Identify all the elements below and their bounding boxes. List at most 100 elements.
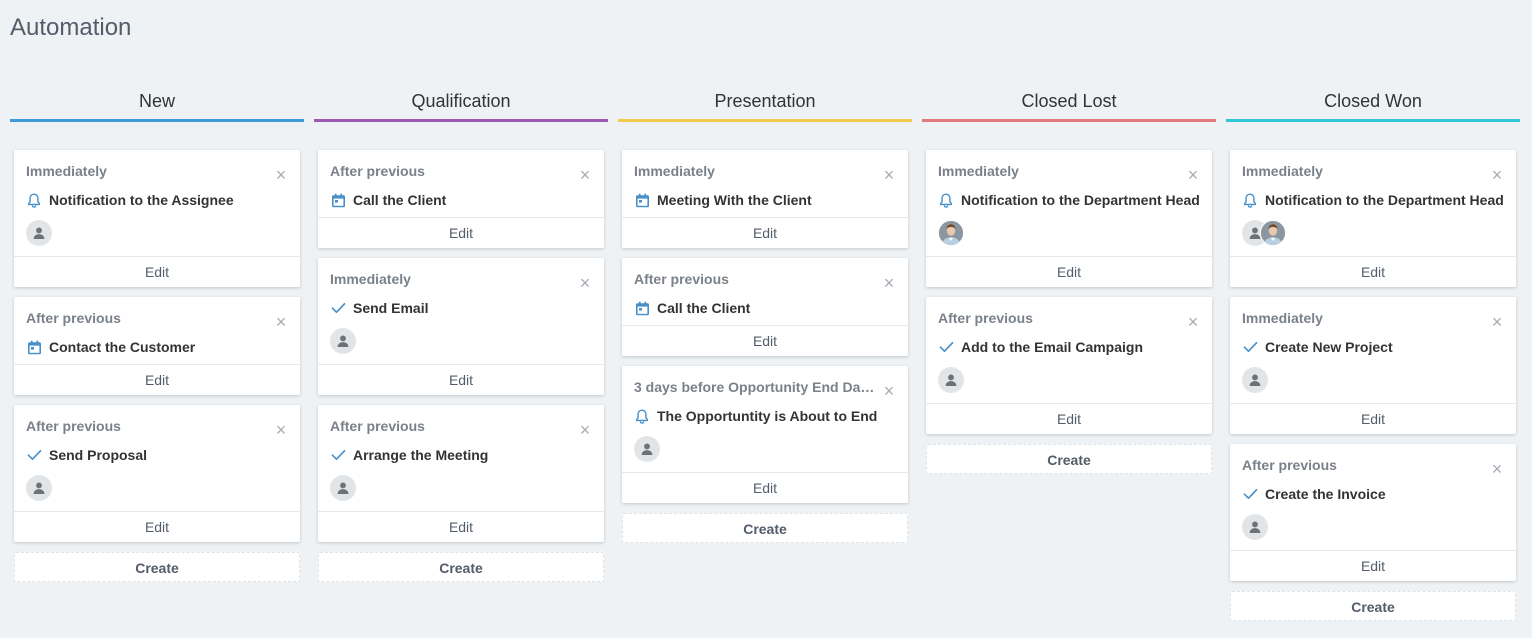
card-action: Meeting With the Client — [634, 191, 896, 209]
user-icon[interactable] — [938, 367, 964, 393]
card-delay-label: 3 days before Opportunity End Date ... — [634, 379, 879, 395]
card-delay-label: Immediately — [938, 163, 1019, 179]
user-icon[interactable] — [1242, 367, 1268, 393]
card-action: Contact the Customer — [26, 338, 288, 356]
automation-board: New Immediately × Notification to the Assig… — [10, 86, 1524, 638]
column-title-label: New — [138, 91, 175, 111]
responsible-avatars — [330, 328, 592, 354]
card-action: Add to the Email Campaign — [938, 338, 1200, 356]
edit-button[interactable]: Edit — [622, 325, 908, 356]
responsible-avatars — [1242, 514, 1504, 540]
automation-card: After previous × Call the Client Edit — [318, 150, 604, 248]
card-delay-label: After previous — [1242, 457, 1337, 473]
automation-card: After previous × Call the Client Edit — [622, 258, 908, 356]
edit-button[interactable]: Edit — [926, 403, 1212, 434]
user-icon[interactable] — [1242, 514, 1268, 540]
card-action: Notification to the Assignee — [26, 191, 288, 209]
automation-card: 3 days before Opportunity End Date ... × T… — [622, 366, 908, 503]
card-action-label: Notification to the Department Head — [961, 192, 1200, 208]
automation-card: Immediately × Meeting With the Client Edit — [622, 150, 908, 248]
responsible-avatars — [26, 220, 288, 246]
column-color-bar — [922, 119, 1216, 122]
edit-button[interactable]: Edit — [318, 511, 604, 542]
close-icon[interactable]: × — [1186, 166, 1200, 184]
create-button[interactable]: Create — [14, 552, 300, 582]
card-content: After previous × Call the Client — [622, 258, 908, 325]
bell-icon — [634, 408, 650, 424]
column-color-bar — [618, 119, 912, 122]
close-icon[interactable]: × — [274, 313, 288, 331]
responsible-avatars — [330, 475, 592, 501]
edit-button[interactable]: Edit — [622, 472, 908, 503]
card-action: Call the Client — [330, 191, 592, 209]
card-delay-label: After previous — [330, 163, 425, 179]
user-icon[interactable] — [330, 328, 356, 354]
column-closed-lost: Closed Lost Immediately × Notification to t… — [922, 86, 1216, 474]
card-action: Create the Invoice — [1242, 485, 1504, 503]
automation-card: After previous × Arrange the Meeting Edit — [318, 405, 604, 542]
edit-button[interactable]: Edit — [1230, 403, 1516, 434]
automation-card: Immediately × Notification to the Departme… — [1230, 150, 1516, 287]
close-icon[interactable]: × — [882, 382, 896, 400]
edit-button[interactable]: Edit — [14, 364, 300, 395]
card-action-label: The Opportuntity is About to End — [657, 408, 878, 424]
close-icon[interactable]: × — [578, 166, 592, 184]
close-icon[interactable]: × — [578, 274, 592, 292]
user-photo-avatar[interactable] — [1260, 220, 1286, 246]
card-action-label: Notification to the Department Head — [1265, 192, 1504, 208]
card-action-label: Call the Client — [353, 192, 447, 208]
card-action-label: Contact the Customer — [49, 339, 196, 355]
card-content: 3 days before Opportunity End Date ... × T… — [622, 366, 908, 472]
column-cards: Immediately × Notification to the Departme… — [926, 150, 1212, 474]
create-button[interactable]: Create — [926, 444, 1212, 474]
edit-button[interactable]: Edit — [14, 256, 300, 287]
card-content: Immediately × Send Email — [318, 258, 604, 364]
column-closed-won: Closed Won Immediately × Notification to th… — [1226, 86, 1520, 621]
create-button[interactable]: Create — [622, 513, 908, 543]
close-icon[interactable]: × — [1490, 313, 1504, 331]
column-title-label: Closed Lost — [1021, 91, 1117, 111]
column-cards: Immediately × Notification to the Departme… — [1230, 150, 1516, 621]
edit-button[interactable]: Edit — [318, 217, 604, 248]
close-icon[interactable]: × — [882, 166, 896, 184]
user-icon[interactable] — [330, 475, 356, 501]
automation-card: After previous × Add to the Email Campaign… — [926, 297, 1212, 434]
column-title: Closed Lost — [922, 86, 1216, 122]
close-icon[interactable]: × — [1186, 313, 1200, 331]
automation-card: After previous × Send Proposal Edit — [14, 405, 300, 542]
close-icon[interactable]: × — [882, 274, 896, 292]
close-icon[interactable]: × — [1490, 166, 1504, 184]
user-icon[interactable] — [26, 220, 52, 246]
automation-card: After previous × Create the Invoice Edit — [1230, 444, 1516, 581]
create-button[interactable]: Create — [318, 552, 604, 582]
card-delay-label: After previous — [26, 418, 121, 434]
user-icon[interactable] — [634, 436, 660, 462]
column-color-bar — [314, 119, 608, 122]
edit-button[interactable]: Edit — [622, 217, 908, 248]
column-title-label: Qualification — [411, 91, 511, 111]
user-photo-avatar[interactable] — [938, 220, 964, 246]
card-action: The Opportuntity is About to End — [634, 407, 896, 425]
automation-card: Immediately × Send Email Edit — [318, 258, 604, 395]
edit-button[interactable]: Edit — [1230, 256, 1516, 287]
card-action-label: Add to the Email Campaign — [961, 339, 1144, 355]
close-icon[interactable]: × — [1490, 460, 1504, 478]
card-content: Immediately × Create New Project — [1230, 297, 1516, 403]
edit-button[interactable]: Edit — [318, 364, 604, 395]
create-button[interactable]: Create — [1230, 591, 1516, 621]
responsible-avatars — [1242, 367, 1504, 393]
card-action: Arrange the Meeting — [330, 446, 592, 464]
edit-button[interactable]: Edit — [926, 256, 1212, 287]
close-icon[interactable]: × — [578, 421, 592, 439]
user-icon[interactable] — [26, 475, 52, 501]
edit-button[interactable]: Edit — [1230, 550, 1516, 581]
card-delay-label: After previous — [330, 418, 425, 434]
close-icon[interactable]: × — [274, 166, 288, 184]
card-content: After previous × Send Proposal — [14, 405, 300, 511]
edit-button[interactable]: Edit — [14, 511, 300, 542]
column-cards: After previous × Call the Client Edit Immedi… — [318, 150, 604, 582]
card-action: Send Proposal — [26, 446, 288, 464]
close-icon[interactable]: × — [274, 421, 288, 439]
column-cards: Immediately × Meeting With the Client Edit A… — [622, 150, 908, 543]
card-action: Create New Project — [1242, 338, 1504, 356]
